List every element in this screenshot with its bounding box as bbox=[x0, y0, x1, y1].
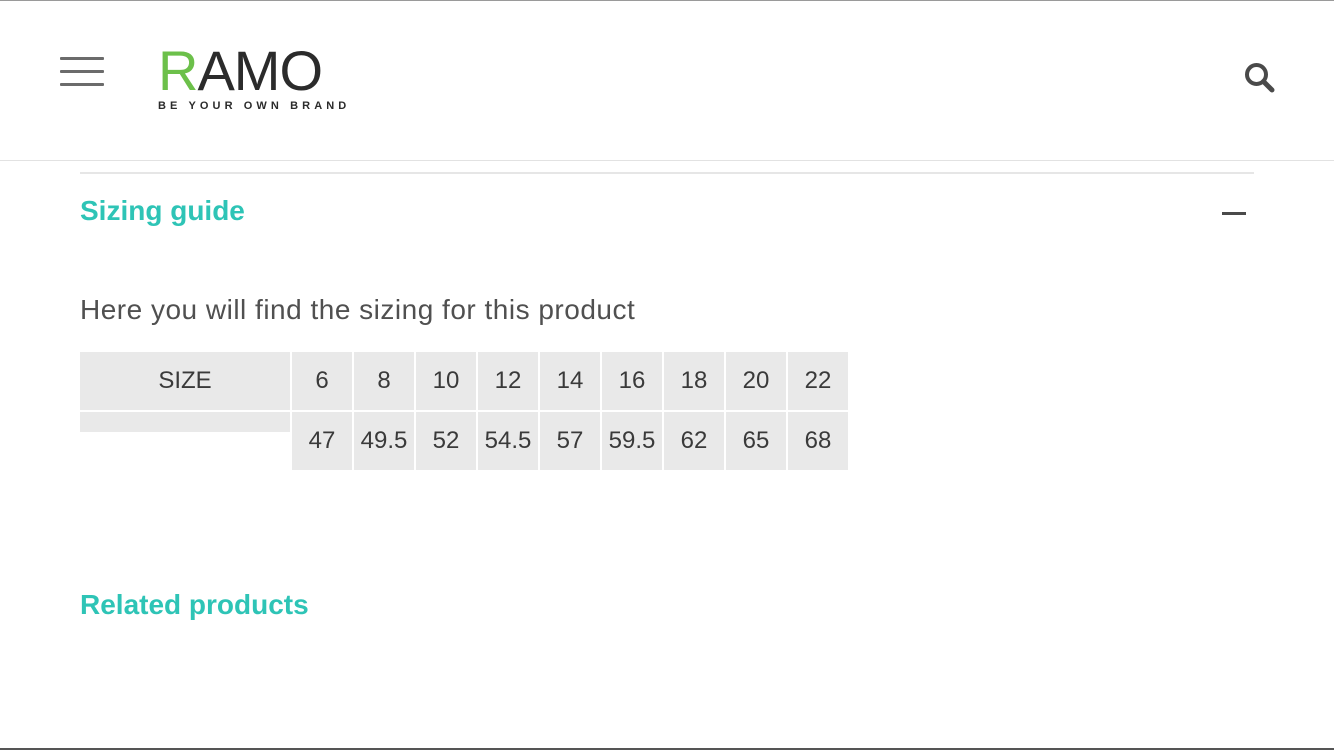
logo-letters: AMO bbox=[197, 39, 323, 102]
sizing-intro-text: Here you will find the sizing for this p… bbox=[80, 294, 636, 325]
measurement-cell: 68 bbox=[788, 412, 848, 470]
search-icon[interactable] bbox=[1243, 61, 1277, 95]
size-cell: 16 bbox=[602, 352, 662, 410]
menu-bar bbox=[60, 57, 104, 60]
size-header-cell: SIZE bbox=[80, 352, 290, 410]
size-cell: 20 bbox=[726, 352, 786, 410]
measurement-cell: 65 bbox=[726, 412, 786, 470]
section-divider bbox=[80, 172, 1254, 174]
size-cell: 22 bbox=[788, 352, 848, 410]
ramo-logo[interactable]: RAMO BE YOUR OWN BRAND bbox=[158, 43, 353, 115]
menu-bar bbox=[60, 83, 104, 86]
measurement-cell: 54.5 bbox=[478, 412, 538, 470]
collapse-minus-icon[interactable] bbox=[1222, 212, 1246, 215]
hamburger-menu-icon[interactable] bbox=[60, 57, 104, 89]
measurement-cell: 62 bbox=[664, 412, 724, 470]
logo-wordmark: RAMO bbox=[158, 43, 323, 99]
related-products-title: Related products bbox=[80, 589, 309, 620]
menu-bar bbox=[60, 70, 104, 73]
size-cell: 6 bbox=[292, 352, 352, 410]
sizing-guide-title[interactable]: Sizing guide bbox=[80, 195, 245, 227]
measurement-cell: 52 bbox=[416, 412, 476, 470]
site-header: RAMO BE YOUR OWN BRAND bbox=[0, 1, 1334, 161]
row-label-cell bbox=[80, 412, 290, 432]
logo-tagline: BE YOUR OWN BRAND bbox=[158, 100, 351, 112]
measurement-cell: 59.5 bbox=[602, 412, 662, 470]
measurement-cell: 57 bbox=[540, 412, 600, 470]
size-cell: 12 bbox=[478, 352, 538, 410]
logo-letter-r: R bbox=[158, 39, 198, 102]
size-cell: 8 bbox=[354, 352, 414, 410]
measurement-cell: 47 bbox=[292, 412, 352, 470]
size-cell: 10 bbox=[416, 352, 476, 410]
measurement-cell: 49.5 bbox=[354, 412, 414, 470]
size-cell: 18 bbox=[664, 352, 724, 410]
size-cell: 14 bbox=[540, 352, 600, 410]
